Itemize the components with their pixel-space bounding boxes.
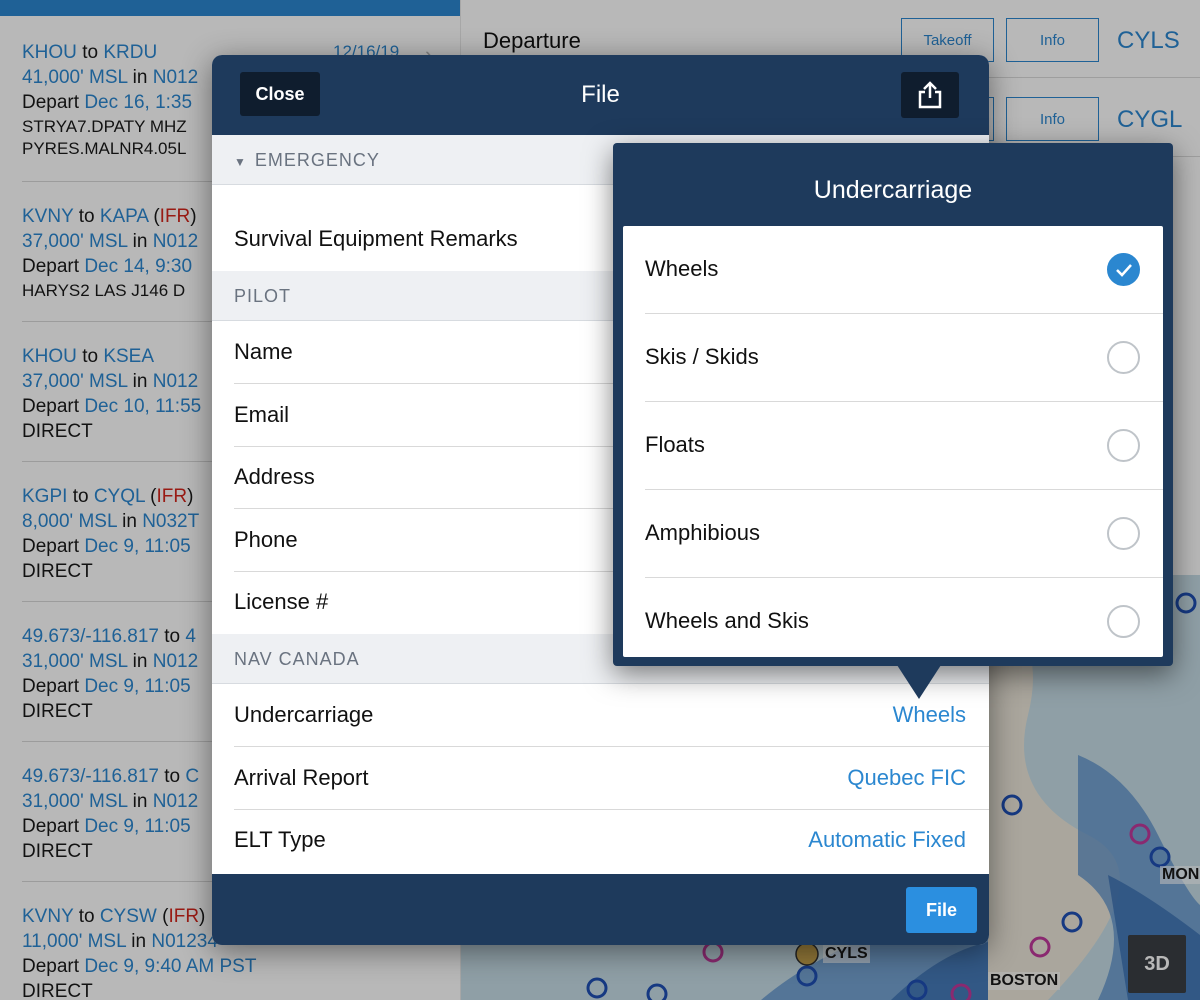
undercarriage-popover: Undercarriage Wheels Skis / Skids Floats…: [613, 143, 1173, 666]
section-label-pilot: PILOT: [234, 286, 292, 306]
checkmark-icon[interactable]: [1107, 253, 1140, 286]
row-label: License #: [234, 589, 329, 614]
option-label: Wheels: [645, 256, 719, 281]
modal-title: File: [581, 81, 620, 108]
option-label: Floats: [645, 432, 705, 457]
modal-header: Close File: [212, 55, 989, 135]
row-label: Arrival Report: [234, 765, 369, 790]
row-elt-type[interactable]: ELT Type Automatic Fixed: [212, 809, 989, 872]
section-label-emergency: EMERGENCY: [254, 150, 380, 170]
modal-footer: File: [212, 874, 989, 945]
option-label: Wheels and Skis: [645, 608, 809, 633]
option-amphibious[interactable]: Amphibious: [623, 490, 1163, 578]
share-button[interactable]: [901, 72, 959, 118]
elt-type-value[interactable]: Automatic Fixed: [808, 827, 966, 853]
collapse-triangle-icon: ▼: [234, 155, 247, 169]
row-label: Address: [234, 464, 315, 489]
option-label: Amphibious: [645, 520, 760, 545]
popover-arrow: [897, 665, 941, 699]
row-label: Name: [234, 339, 293, 364]
row-label: Email: [234, 402, 290, 427]
option-wheels[interactable]: Wheels: [623, 226, 1163, 314]
option-floats[interactable]: Floats: [623, 402, 1163, 490]
radio-empty-icon[interactable]: [1107, 517, 1140, 550]
undercarriage-value[interactable]: Wheels: [893, 702, 966, 728]
radio-empty-icon[interactable]: [1107, 341, 1140, 374]
check-icon: [1115, 263, 1132, 277]
row-undercarriage[interactable]: Undercarriage Wheels: [212, 684, 989, 747]
row-arrival-report[interactable]: Arrival Report Quebec FIC: [212, 747, 989, 810]
share-icon: [918, 81, 942, 109]
option-wheels-and-skis[interactable]: Wheels and Skis: [623, 578, 1163, 657]
file-submit-button[interactable]: File: [906, 887, 977, 933]
section-label-nav-canada: NAV CANADA: [234, 649, 360, 669]
row-label: ELT Type: [234, 827, 326, 852]
option-label: Skis / Skids: [645, 344, 759, 369]
row-label: Undercarriage: [234, 702, 374, 727]
row-label: Phone: [234, 527, 298, 552]
radio-empty-icon[interactable]: [1107, 429, 1140, 462]
option-skis-skids[interactable]: Skis / Skids: [623, 314, 1163, 402]
radio-empty-icon[interactable]: [1107, 605, 1140, 638]
popover-title: Undercarriage: [813, 176, 973, 204]
row-label: Survival Equipment Remarks: [234, 226, 518, 251]
arrival-report-value[interactable]: Quebec FIC: [847, 765, 966, 791]
undercarriage-options-list: Wheels Skis / Skids Floats Amphibious Wh…: [623, 226, 1163, 657]
